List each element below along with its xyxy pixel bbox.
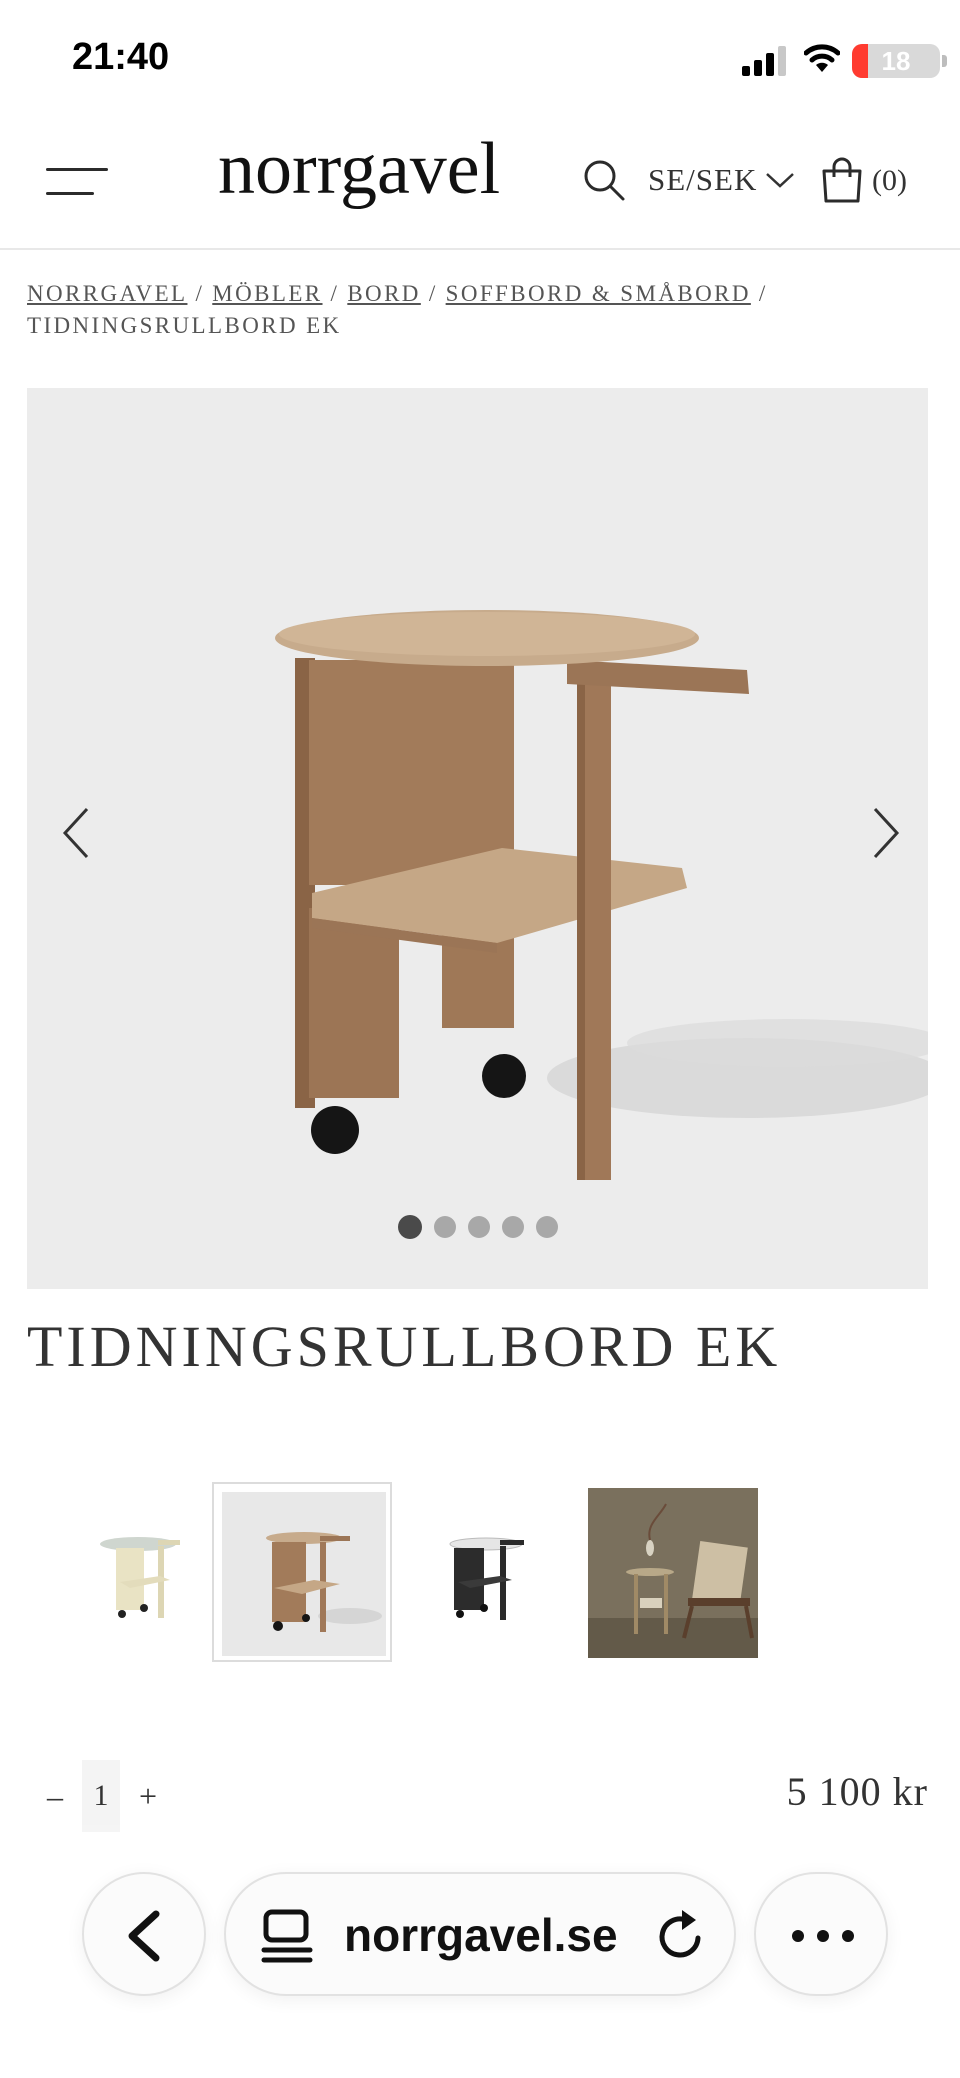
battery-level: 18 xyxy=(881,46,911,76)
cart-button[interactable]: (0) xyxy=(820,156,907,206)
cellular-signal-icon xyxy=(742,46,786,76)
breadcrumb-link-bord[interactable]: BORD xyxy=(347,281,421,306)
thumbnail-cream[interactable] xyxy=(58,1482,238,1662)
battery-nub xyxy=(942,55,947,67)
thumbnail-room-setting[interactable] xyxy=(588,1482,768,1662)
gallery-prev-arrow-icon[interactable] xyxy=(57,803,97,863)
product-image-gallery[interactable] xyxy=(27,388,928,1289)
reload-icon[interactable] xyxy=(652,1908,708,1964)
gallery-dot[interactable] xyxy=(397,1215,422,1239)
thumbnail-image xyxy=(222,1492,386,1656)
quantity-increase-button[interactable]: + xyxy=(132,1778,164,1815)
wifi-icon xyxy=(804,44,840,72)
page-menu-icon[interactable] xyxy=(260,1908,316,1964)
thumbnail-image xyxy=(449,1537,524,1620)
breadcrumb-link-mobler[interactable]: MÖBLER xyxy=(212,281,322,306)
battery-icon: 18 xyxy=(852,44,948,78)
address-bar[interactable]: norrgavel.se xyxy=(224,1872,736,1996)
shopping-bag-icon xyxy=(822,157,862,203)
thumbnail-black[interactable] xyxy=(400,1482,580,1662)
breadcrumb-separator: / xyxy=(195,281,205,306)
browser-more-button[interactable] xyxy=(754,1872,888,1996)
chevron-down-icon xyxy=(766,173,795,188)
gallery-pagination xyxy=(27,1215,928,1239)
address-bar-url: norrgavel.se xyxy=(344,1909,618,1961)
browser-back-button[interactable] xyxy=(82,1872,206,1996)
breadcrumb-separator: / xyxy=(758,281,768,306)
battery-body: 18 xyxy=(852,44,940,78)
currency-selector[interactable]: SE/SEK xyxy=(648,160,795,200)
breadcrumb-link-home[interactable]: NORRGAVEL xyxy=(27,281,187,306)
hamburger-menu-icon[interactable] xyxy=(46,166,108,200)
thumbnail-image xyxy=(588,1488,758,1658)
cart-count: (0) xyxy=(872,164,907,197)
gallery-dot[interactable] xyxy=(433,1216,456,1238)
gallery-dot[interactable] xyxy=(535,1216,558,1238)
breadcrumb-link-soffbord[interactable]: SOFFBORD & SMÅBORD xyxy=(446,281,751,306)
back-chevron-icon xyxy=(128,1910,160,1962)
breadcrumb: NORRGAVEL / MÖBLER / BORD / SOFFBORD & SMÅBORD… xyxy=(27,278,927,342)
more-dots-icon xyxy=(792,1930,854,1942)
breadcrumb-separator: / xyxy=(330,281,340,306)
breadcrumb-separator: / xyxy=(428,281,438,306)
header-divider xyxy=(0,248,960,250)
status-time: 21:40 xyxy=(72,36,170,78)
gallery-dot[interactable] xyxy=(501,1216,524,1238)
currency-label: SE/SEK xyxy=(648,162,758,197)
breadcrumb-current: TIDNINGSRULLBORD EK xyxy=(27,313,342,338)
product-price: 5 100 kr xyxy=(786,1769,928,1814)
search-icon[interactable] xyxy=(582,158,626,202)
thumbnail-image xyxy=(100,1537,180,1618)
quantity-decrease-button[interactable]: – xyxy=(40,1778,70,1815)
thumbnail-oak[interactable] xyxy=(212,1482,392,1662)
gallery-dot[interactable] xyxy=(467,1216,490,1238)
product-image xyxy=(275,610,928,1180)
product-title: TIDNINGSRULLBORD EK xyxy=(27,1314,782,1379)
site-logo[interactable]: norrgavel xyxy=(218,132,500,206)
gallery-next-arrow-icon[interactable] xyxy=(865,803,905,863)
